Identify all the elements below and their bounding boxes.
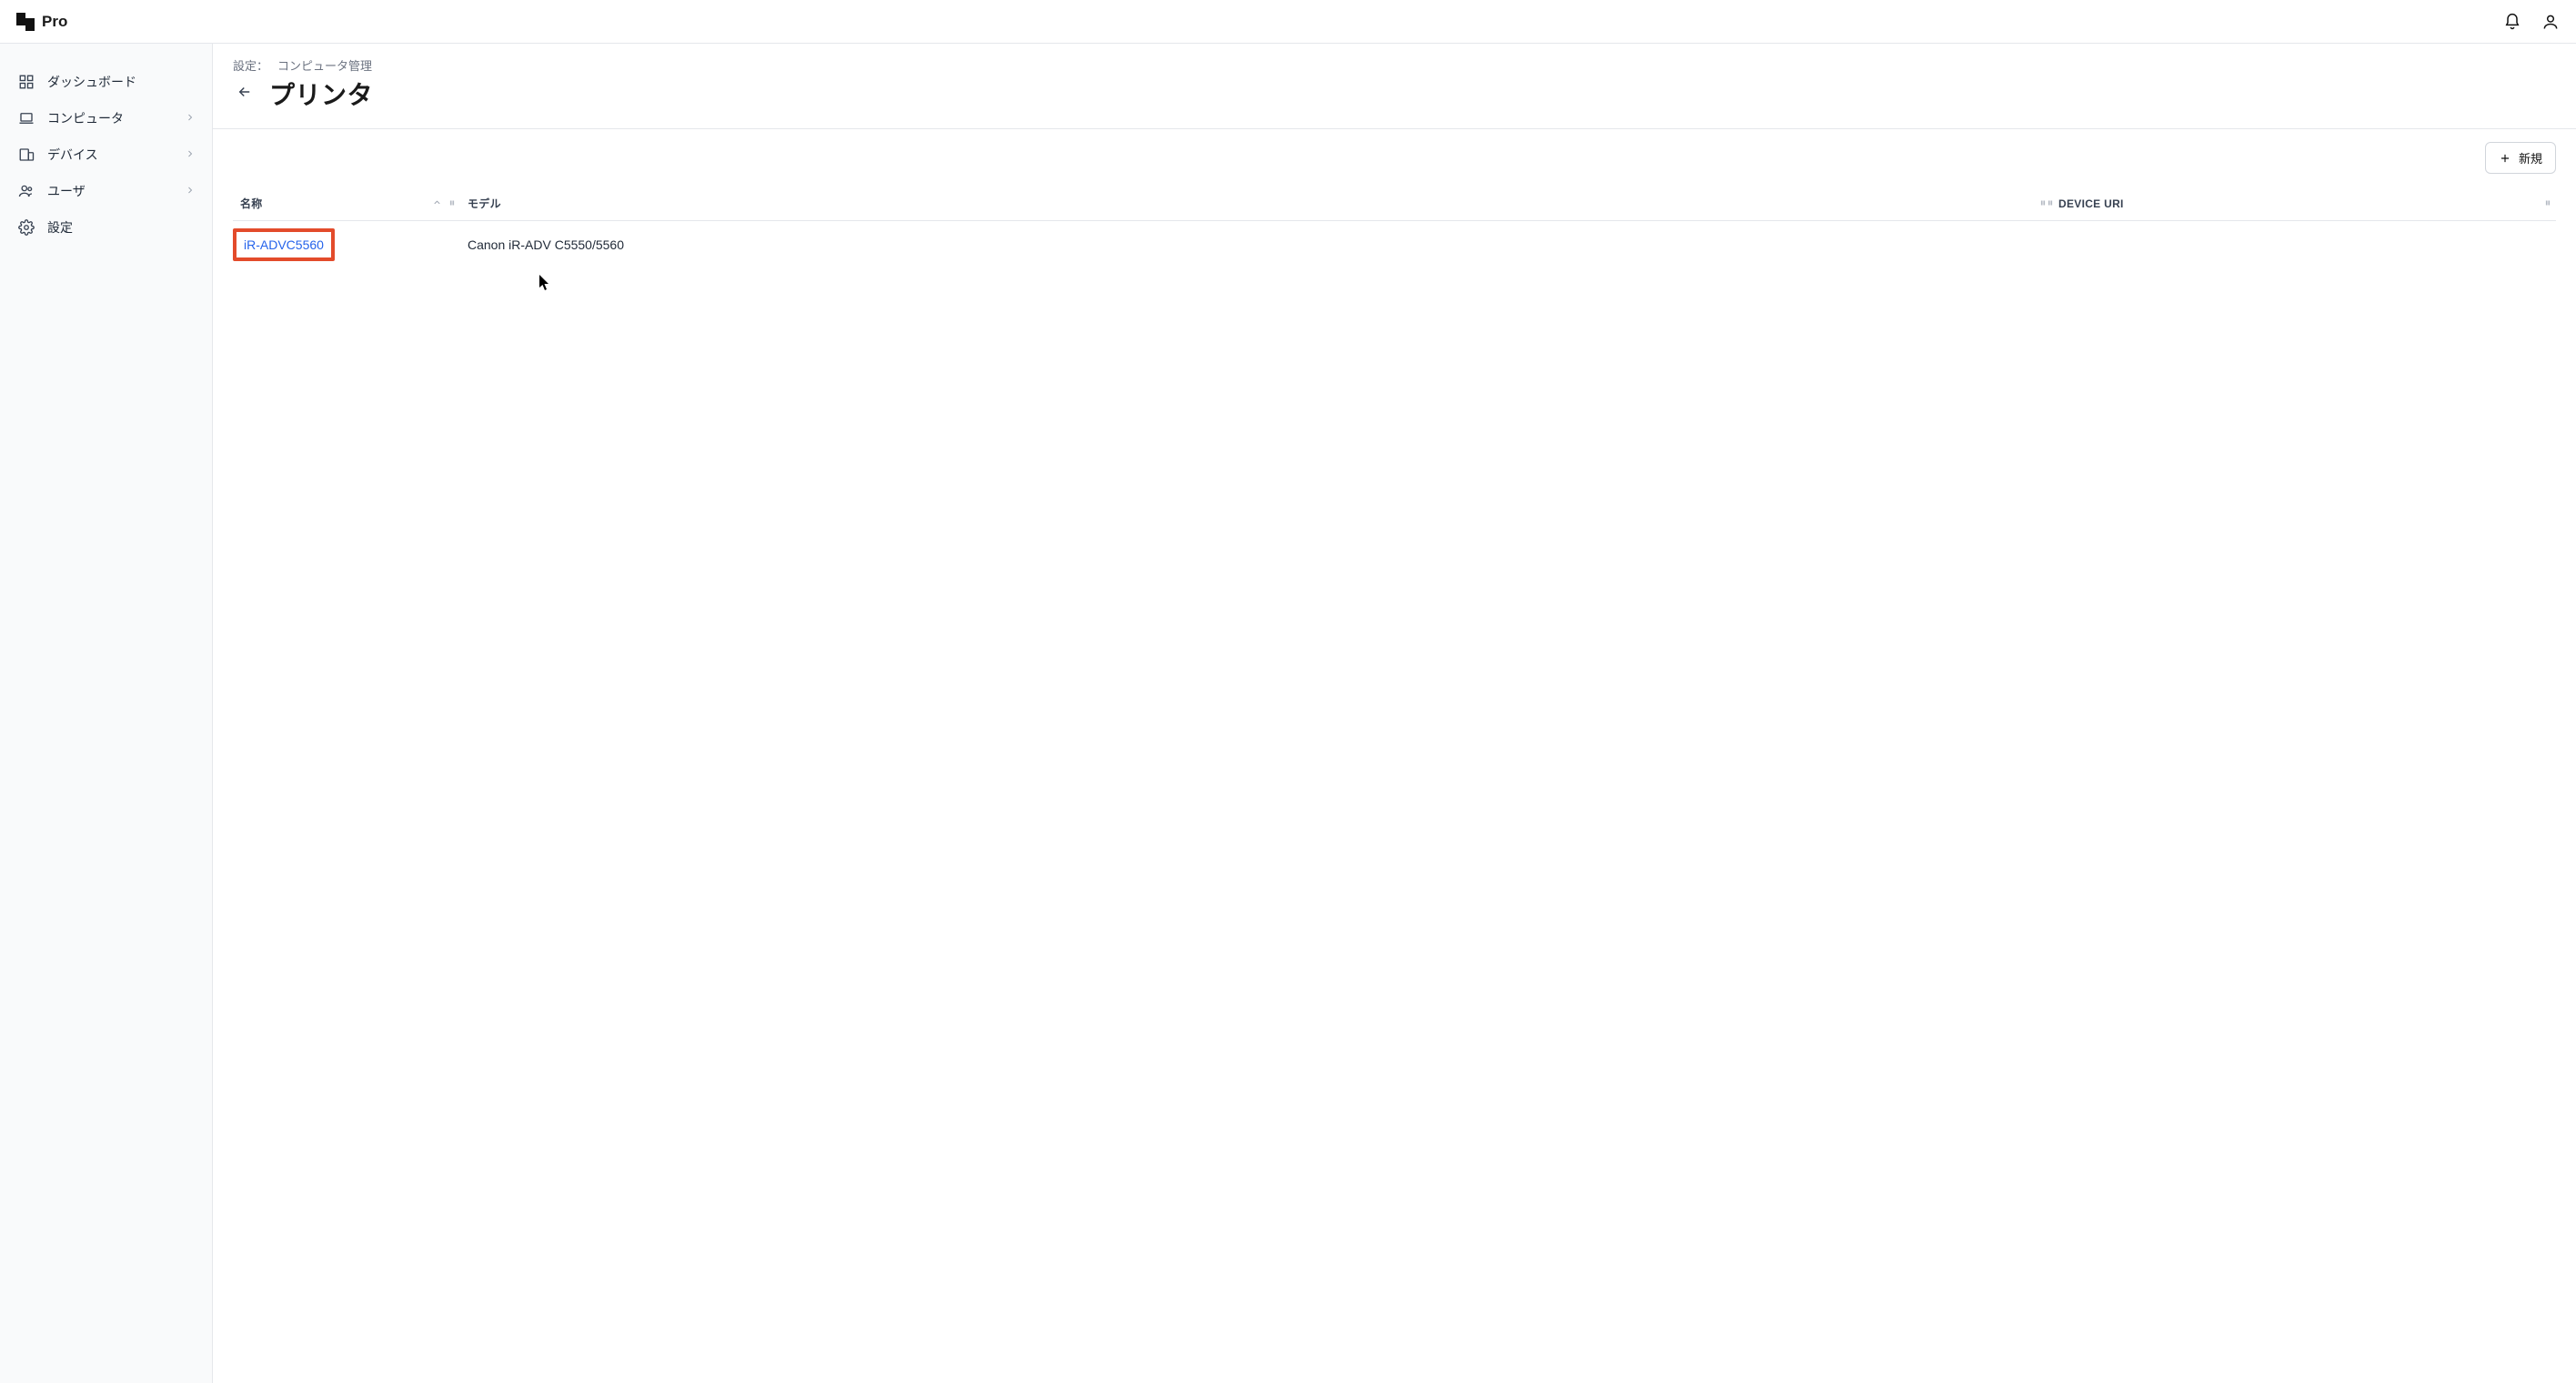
new-button-label: 新規 xyxy=(2519,149,2542,167)
sidebar-item-label: ユーザ xyxy=(47,182,86,200)
breadcrumb-part: 設定： xyxy=(233,56,268,74)
highlight-annotation: iR-ADVC5560 xyxy=(233,228,335,261)
cell-device-uri xyxy=(2051,221,2556,269)
brand: Pro xyxy=(16,13,67,31)
sidebar-item-label: コンピュータ xyxy=(47,109,124,127)
sidebar-item-label: ダッシュボード xyxy=(47,73,136,91)
toolbar: 新規 xyxy=(213,129,2576,187)
plus-icon xyxy=(2499,152,2511,165)
column-header-name[interactable]: 名称 xyxy=(233,187,460,221)
page-header: 設定： コンピュータ管理 プリンタ xyxy=(213,44,2576,129)
sidebar-item-users[interactable]: ユーザ xyxy=(0,173,212,209)
cell-model: Canon iR-ADV C5550/5560 xyxy=(460,221,2051,269)
table-row[interactable]: iR-ADVC5560 Canon iR-ADV C5550/5560 xyxy=(233,221,2556,269)
breadcrumb-part[interactable]: コンピュータ管理 xyxy=(277,56,372,74)
notifications-icon[interactable] xyxy=(2503,13,2521,31)
chevron-right-icon xyxy=(185,111,196,126)
device-icon xyxy=(18,146,35,163)
laptop-icon xyxy=(18,110,35,126)
brand-name: Pro xyxy=(42,13,67,31)
user-icon[interactable] xyxy=(2541,13,2560,31)
cursor-icon xyxy=(539,275,552,296)
gear-icon xyxy=(18,219,35,236)
sidebar-item-label: デバイス xyxy=(47,146,98,164)
column-header-model[interactable]: モデル xyxy=(460,187,2051,221)
column-header-device-uri[interactable]: DEVICE URI xyxy=(2051,187,2556,221)
chevron-right-icon xyxy=(185,147,196,162)
topbar: Pro xyxy=(0,0,2576,44)
chevron-right-icon xyxy=(185,184,196,198)
main: 設定： コンピュータ管理 プリンタ 新規 xyxy=(213,44,2576,1383)
cell-name: iR-ADVC5560 xyxy=(233,221,460,269)
sidebar-item-dashboard[interactable]: ダッシュボード xyxy=(0,64,212,100)
new-button[interactable]: 新規 xyxy=(2485,142,2556,174)
sidebar-item-devices[interactable]: デバイス xyxy=(0,136,212,173)
brand-logo-icon xyxy=(16,13,35,31)
users-icon xyxy=(18,183,35,199)
table: 名称 モデル xyxy=(213,187,2576,268)
column-resize-handle-icon[interactable] xyxy=(448,197,457,210)
breadcrumb: 設定： コンピュータ管理 xyxy=(233,56,2556,74)
sidebar: ダッシュボード コンピュータ デバイス xyxy=(0,44,213,1383)
column-resize-handle-icon[interactable] xyxy=(2046,197,2055,210)
sort-asc-icon[interactable] xyxy=(432,197,442,210)
sidebar-item-label: 設定 xyxy=(47,218,73,237)
sidebar-item-settings[interactable]: 設定 xyxy=(0,209,212,246)
sidebar-item-computers[interactable]: コンピュータ xyxy=(0,100,212,136)
page-title: プリンタ xyxy=(269,76,373,112)
dashboard-icon xyxy=(18,74,35,90)
printer-link[interactable]: iR-ADVC5560 xyxy=(244,237,324,252)
column-resize-handle-icon[interactable] xyxy=(2543,197,2552,210)
back-button[interactable] xyxy=(233,80,257,108)
